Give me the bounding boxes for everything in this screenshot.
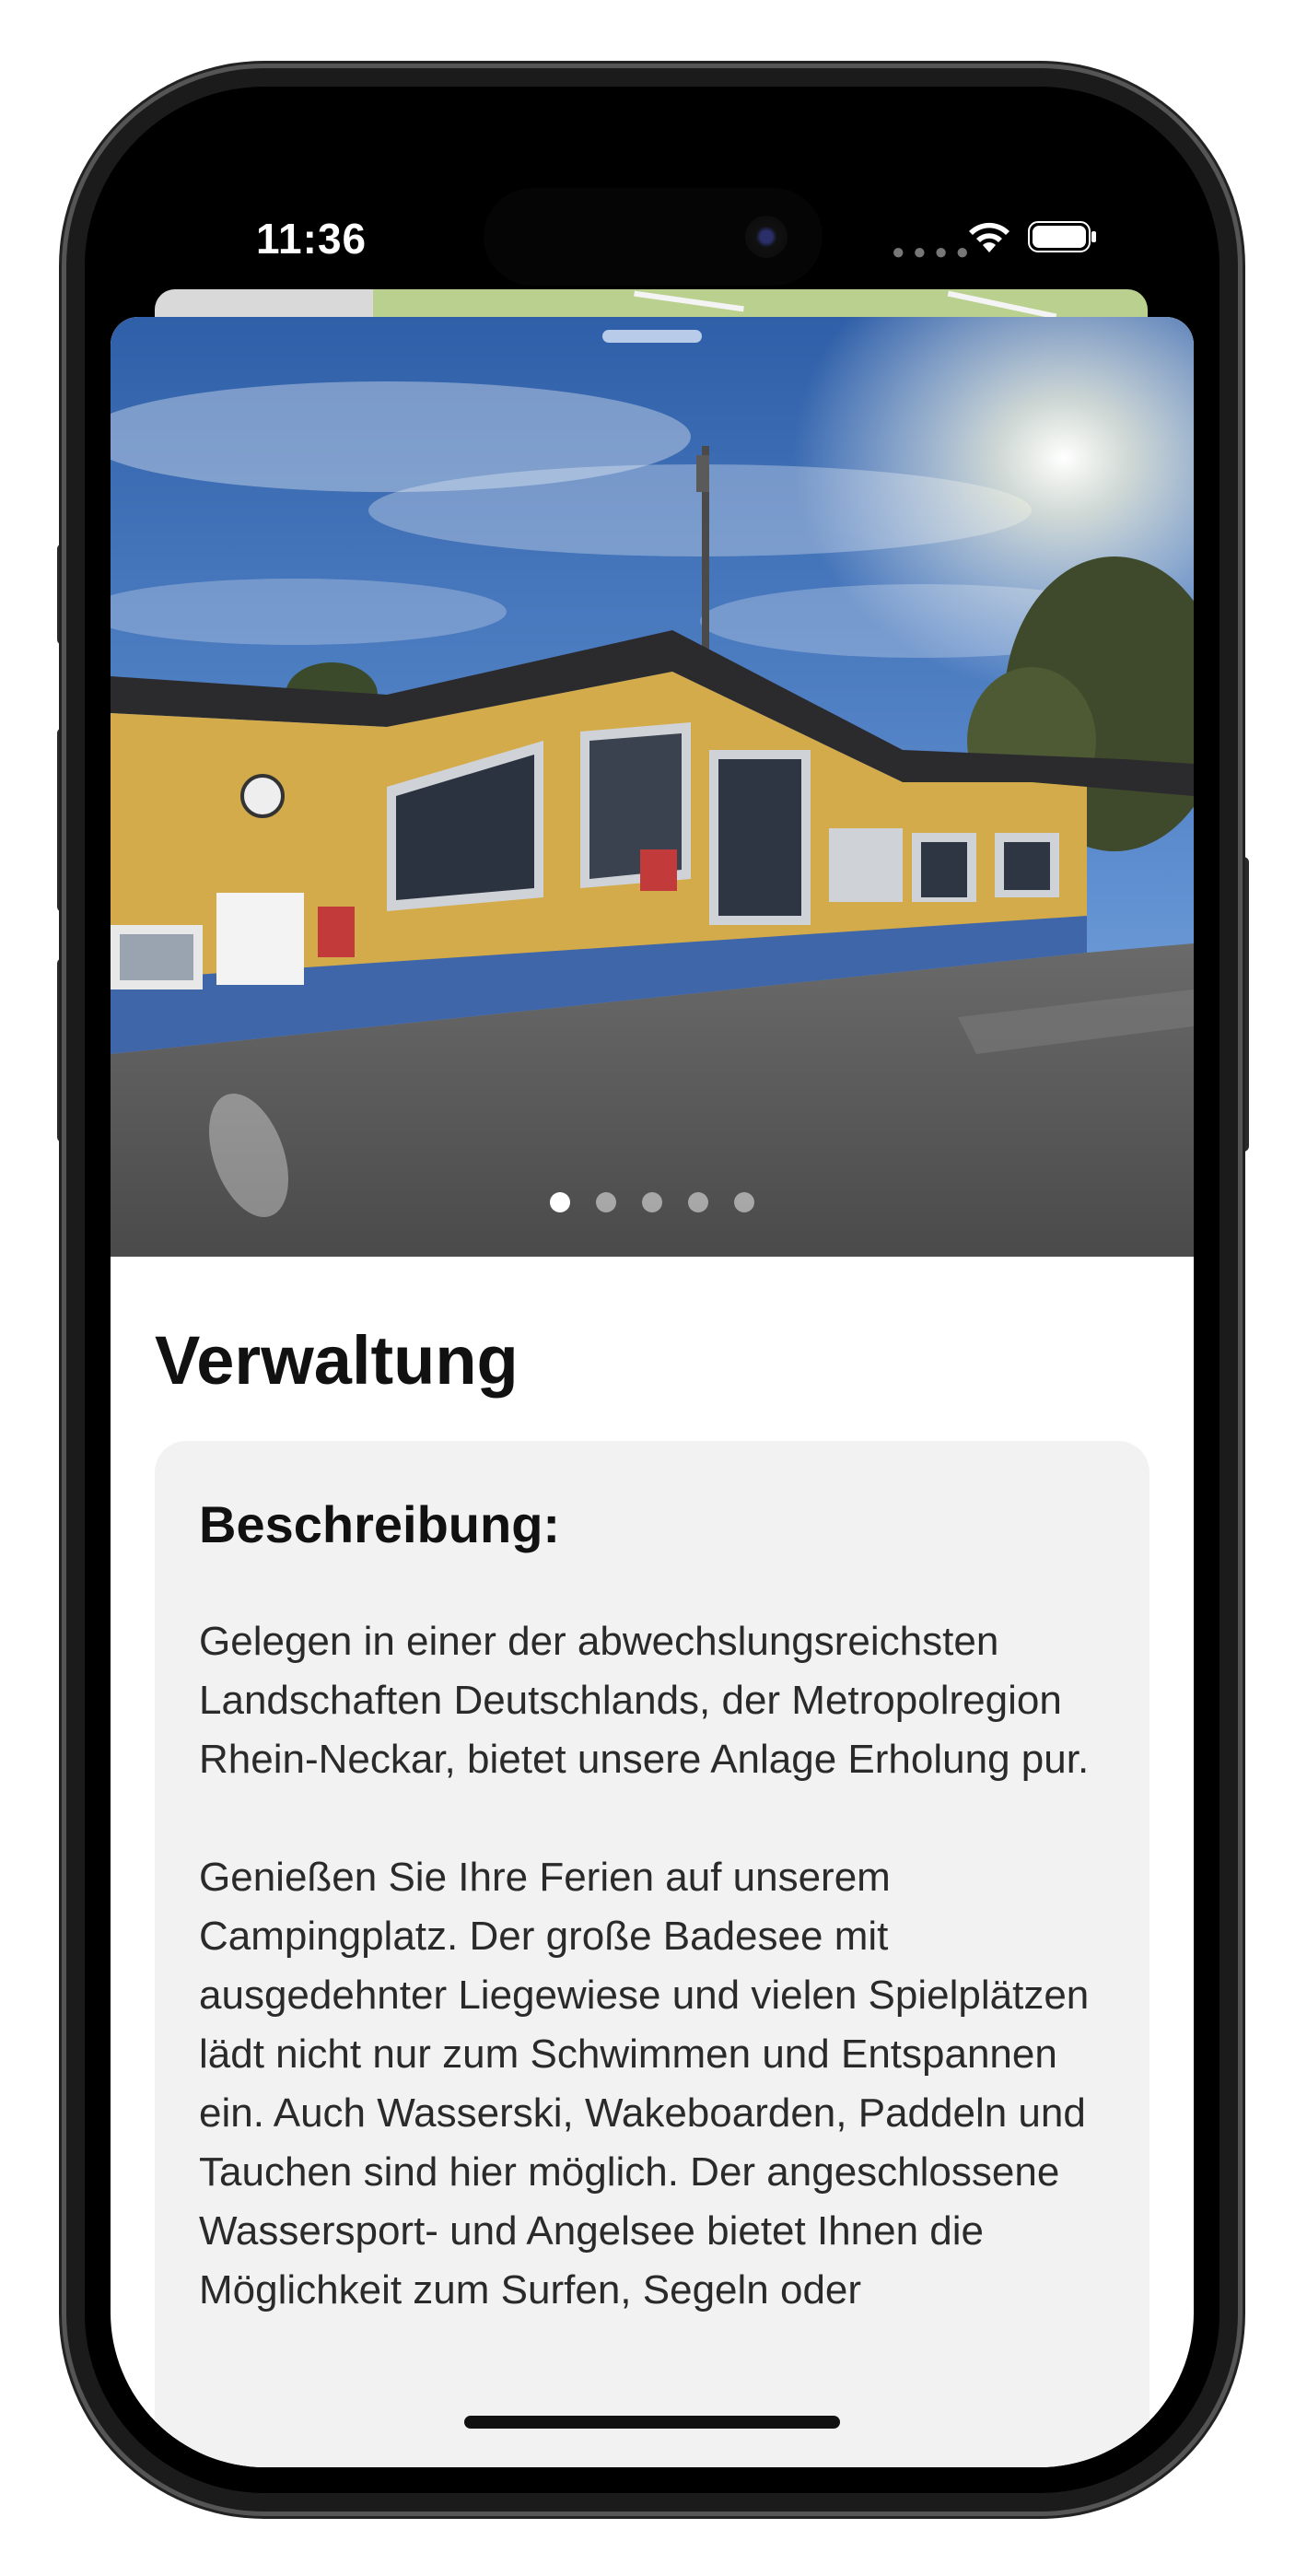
page-dot-3[interactable] (642, 1192, 662, 1212)
power-button (1238, 857, 1249, 1152)
status-bar: 11:36 ● ● ● ● (111, 112, 1194, 315)
description-heading: Beschreibung: (199, 1495, 561, 1553)
detail-sheet[interactable]: Verwaltung Beschreibung: Gelegen in eine… (111, 317, 1194, 2467)
wifi-icon (969, 222, 1009, 252)
page-dot-4[interactable] (688, 1192, 708, 1212)
cellular-dots-icon: ● ● ● ● (892, 240, 970, 264)
device-frame: 11:36 ● ● ● ● Verwaltung Beschreibung: G… (0, 0, 1307, 2576)
place-title: Verwaltung (155, 1322, 519, 1399)
building-photo (111, 317, 1194, 1257)
carousel-page-indicator[interactable] (111, 1192, 1194, 1212)
battery-icon (1028, 221, 1096, 252)
description-card: Beschreibung: Gelegen in einer der abwec… (155, 1441, 1149, 2467)
page-dot-2[interactable] (596, 1192, 616, 1212)
description-paragraph: Gelegen in einer der abwechslungsreichst… (199, 1619, 1090, 1782)
home-indicator[interactable] (464, 2416, 840, 2429)
description-text: Gelegen in einer der abwechslungsreichst… (199, 1612, 1120, 2379)
front-camera-icon (745, 216, 788, 258)
description-paragraph: Genießen Sie Ihre Ferien auf unserem Cam… (199, 1855, 1090, 2313)
page-dot-5[interactable] (734, 1192, 754, 1212)
phone-body: 11:36 ● ● ● ● Verwaltung Beschreibung: G… (66, 68, 1238, 2512)
page-dot-1[interactable] (550, 1192, 570, 1212)
image-carousel[interactable] (111, 317, 1194, 1257)
screen: 11:36 ● ● ● ● Verwaltung Beschreibung: G… (111, 112, 1194, 2467)
sheet-grabber[interactable] (602, 330, 702, 343)
status-time: 11:36 (256, 215, 368, 263)
dynamic-island (484, 188, 823, 286)
